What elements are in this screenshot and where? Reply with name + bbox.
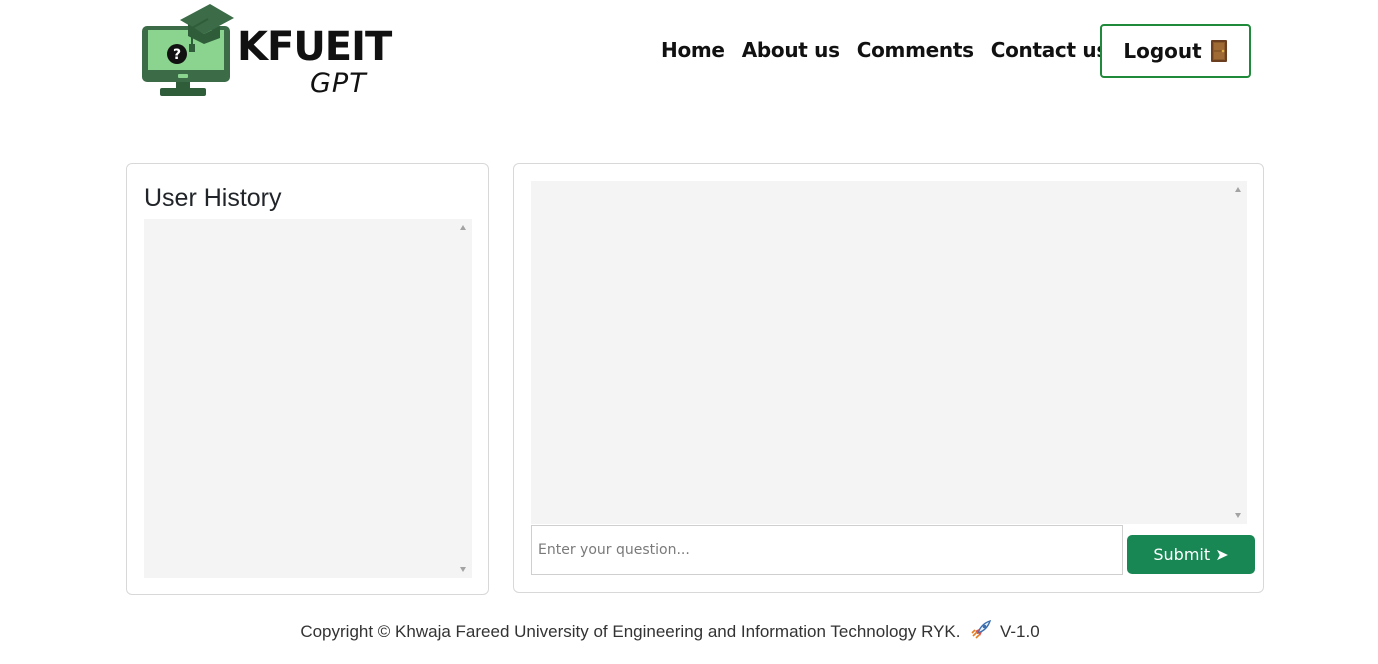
question-input[interactable]: [531, 525, 1123, 575]
logo-subtitle: GPT: [310, 68, 367, 99]
submit-label: Submit ➤: [1153, 545, 1229, 564]
nav-contact-link[interactable]: Contact us: [991, 36, 1109, 64]
nav-home-link[interactable]: Home: [661, 36, 725, 64]
rocket-icon: [969, 619, 992, 647]
history-title: User History: [144, 184, 282, 212]
monitor-graduation-cap-icon: ?: [142, 4, 234, 96]
main-nav: Home About us Comments Contact us: [661, 36, 1108, 64]
logout-button[interactable]: Logout: [1100, 24, 1251, 78]
nav-comments-link[interactable]: Comments: [857, 36, 974, 64]
logout-label: Logout: [1123, 39, 1202, 63]
scroll-down-arrow-icon[interactable]: [1235, 513, 1241, 518]
nav-about-link[interactable]: About us: [742, 36, 840, 64]
logo-title: KFUEIT: [237, 24, 392, 70]
version-text: V-1.0: [999, 622, 1040, 641]
svg-text:?: ?: [173, 47, 181, 63]
chat-scrollbar[interactable]: [1231, 181, 1247, 524]
chat-response-area[interactable]: [531, 181, 1247, 524]
copyright-text: Copyright © Khwaja Fareed University of …: [300, 622, 961, 641]
history-scrollbar[interactable]: [456, 219, 472, 578]
user-history-panel: User History: [126, 163, 489, 595]
scroll-up-arrow-icon[interactable]: [1235, 187, 1241, 192]
door-icon: [1210, 40, 1227, 62]
submit-button[interactable]: Submit ➤: [1127, 535, 1255, 574]
footer: Copyright © Khwaja Fareed University of …: [0, 619, 1340, 647]
scroll-up-arrow-icon[interactable]: [460, 225, 466, 230]
page: ? KFUEIT GPT Home About us Comments Cont…: [0, 0, 1378, 664]
history-list[interactable]: [144, 219, 472, 578]
brand-logo[interactable]: ? KFUEIT GPT: [140, 2, 400, 102]
chat-panel: Submit ➤: [513, 163, 1264, 593]
scroll-down-arrow-icon[interactable]: [460, 567, 466, 572]
